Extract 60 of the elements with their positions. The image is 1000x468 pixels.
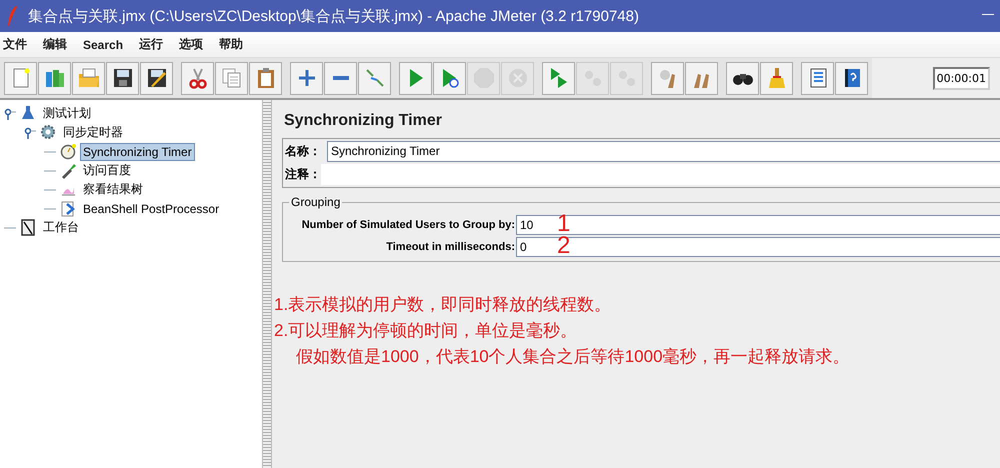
window-title: 集合点与关联.jmx (C:\Users\ZC\Desktop\集合点与关联.jmx) - Apache JMeter (3.2 r1790748) xyxy=(28,6,639,26)
play-no-pause-button[interactable] xyxy=(433,62,466,94)
splitter-handle[interactable] xyxy=(262,100,272,468)
menu-item[interactable]: Search xyxy=(82,38,124,52)
copy-button[interactable] xyxy=(215,62,248,94)
tree-connector xyxy=(44,151,56,152)
expand-handle-icon[interactable] xyxy=(24,126,36,138)
plus-button[interactable] xyxy=(290,62,323,94)
page-button[interactable] xyxy=(4,62,37,94)
brooms-button[interactable] xyxy=(685,62,718,94)
annotation-note: 假如数值是1000，代表10个人集合之后等待1000毫秒，再一起释放请求。 xyxy=(295,346,851,368)
expand-handle-icon[interactable] xyxy=(4,108,16,120)
binoculars-button[interactable] xyxy=(726,62,759,94)
tree-connector xyxy=(44,189,56,190)
notepad-icon xyxy=(20,219,36,236)
tree-connector xyxy=(4,227,16,228)
scissors-button[interactable] xyxy=(181,62,214,94)
stopwatch-icon xyxy=(60,143,76,160)
name-field[interactable]: Synchronizing Timer xyxy=(327,141,1000,162)
pipette-icon xyxy=(60,162,76,179)
field-label: 名称： xyxy=(285,143,322,160)
help-book-button[interactable] xyxy=(835,62,868,94)
tree-item[interactable]: 访问百度 xyxy=(80,160,134,181)
broom-gear-button[interactable] xyxy=(651,62,684,94)
folder-icon xyxy=(76,66,100,90)
field-label: 注释： xyxy=(285,166,322,183)
tree-item[interactable]: 察看结果树 xyxy=(80,179,146,200)
tree-connector xyxy=(44,170,56,171)
tree-item[interactable]: 测试计划 xyxy=(40,103,94,124)
remote-play-button[interactable] xyxy=(542,62,575,94)
play-button[interactable] xyxy=(399,62,432,94)
menu-item[interactable]: 文件 xyxy=(2,36,28,53)
flask-icon xyxy=(20,105,36,122)
copy-icon xyxy=(220,66,244,90)
books-button[interactable] xyxy=(38,62,71,94)
minus-button[interactable] xyxy=(324,62,357,94)
list-button[interactable] xyxy=(801,62,834,94)
field-label: Number of Simulated Users to Group by: xyxy=(300,219,516,231)
minus-icon xyxy=(332,76,348,80)
annotation-note: 1.表示模拟的用户数，即同时释放的线程数。 xyxy=(274,294,612,316)
clipboard-button[interactable] xyxy=(249,62,282,94)
gear-icon xyxy=(40,124,56,141)
field-label: Timeout in milliseconds: xyxy=(385,241,516,253)
menu-item[interactable]: 运行 xyxy=(138,36,164,53)
tree-connector xyxy=(44,208,56,209)
floppy-pencil-button[interactable] xyxy=(140,62,173,94)
tree-item[interactable]: 同步定时器 xyxy=(60,122,126,143)
floppy-disk-button[interactable] xyxy=(106,62,139,94)
toggle-button[interactable] xyxy=(358,62,391,94)
annotation-note: 2.可以理解为停顿的时间，单位是毫秒。 xyxy=(274,320,578,342)
menu-item[interactable]: 编辑 xyxy=(42,36,68,53)
tree-item[interactable]: Synchronizing Timer xyxy=(80,142,195,160)
tree-item[interactable]: BeanShell PostProcessor xyxy=(80,200,222,218)
menu-item[interactable]: 帮助 xyxy=(218,36,244,53)
group-title: Grouping xyxy=(289,195,342,209)
feather-icon xyxy=(6,5,18,27)
menu-item[interactable]: 选项 xyxy=(178,36,204,53)
elapsed-timer: 00:00:01 xyxy=(932,66,990,90)
tree-item[interactable]: 工作台 xyxy=(40,217,82,238)
panel-title: Synchronizing Timer xyxy=(284,112,443,130)
